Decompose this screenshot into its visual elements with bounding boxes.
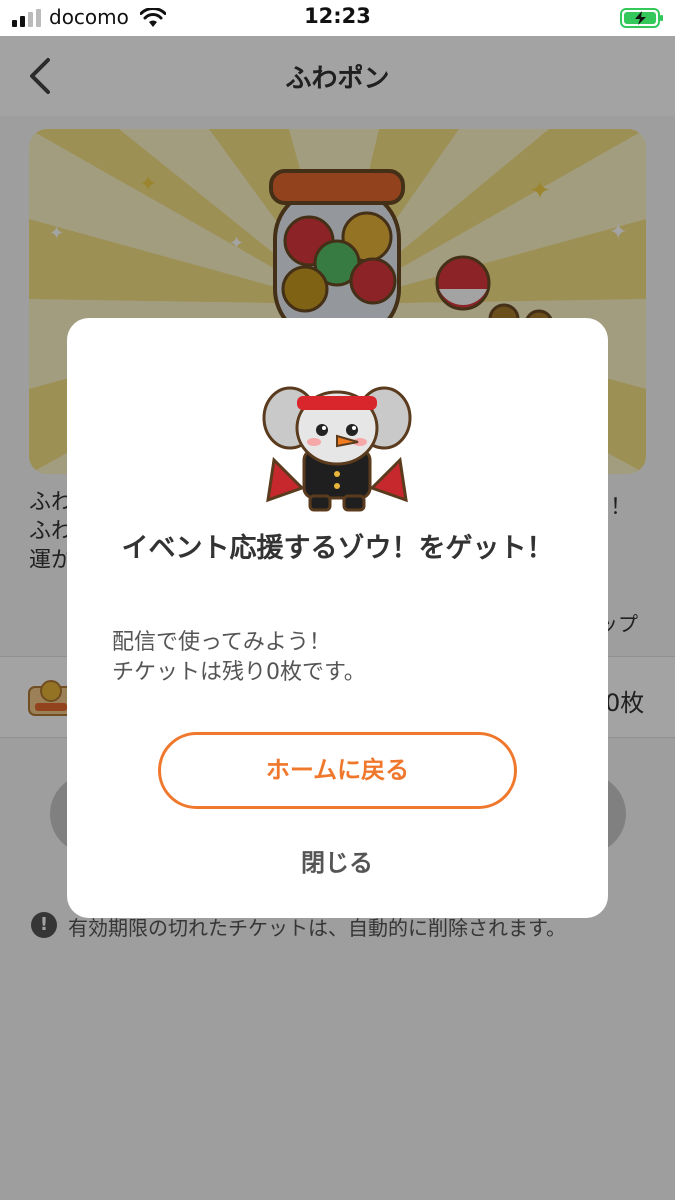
modal-title: イベント応援するゾウ！をゲット！ [121, 533, 554, 564]
modal-message: 配信で使ってみよう！ チケットは残り0枚です。 [112, 628, 563, 688]
reward-modal: イベント応援するゾウ！をゲット！ 配信で使ってみよう！ チケットは残り0枚です。… [67, 318, 608, 918]
back-to-home-button[interactable]: ホームに戻る [158, 732, 517, 809]
elephant-mascot-icon [262, 386, 412, 512]
modal-message-line-2: チケットは残り0枚です。 [112, 660, 366, 685]
clock: 12:23 [304, 4, 371, 28]
status-bar: docomo 12:23 [0, 0, 675, 36]
battery-charging-icon [620, 8, 663, 28]
close-button[interactable]: 閉じる [237, 838, 437, 888]
modal-message-line-1: 配信で使ってみよう！ [112, 630, 331, 655]
